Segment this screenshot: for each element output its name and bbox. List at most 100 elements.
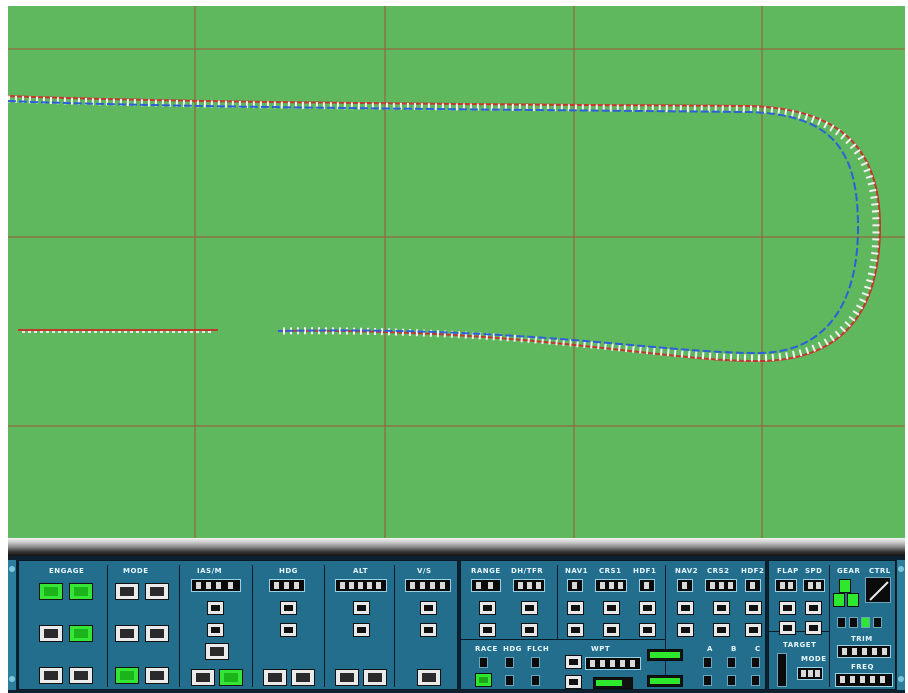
hdg-display <box>269 579 305 592</box>
race-button[interactable] <box>475 673 492 687</box>
ias-up-button[interactable] <box>207 601 224 615</box>
flch-button[interactable] <box>531 675 540 686</box>
nav1-down-button[interactable] <box>567 623 584 637</box>
nav1-display <box>567 579 583 592</box>
dh-down-button[interactable] <box>521 623 538 637</box>
engage-cws-button[interactable] <box>69 667 93 684</box>
crs2-down-button[interactable] <box>713 623 730 637</box>
alt-up-button[interactable] <box>353 601 370 615</box>
engage-fd-button[interactable] <box>39 625 63 642</box>
spd-down-button[interactable] <box>805 621 822 635</box>
range-down-button[interactable] <box>479 623 496 637</box>
crs1-label: CRS1 <box>599 567 622 575</box>
mode-lnav-button[interactable] <box>115 583 139 600</box>
crs1-down-button[interactable] <box>603 623 620 637</box>
nav2-down-button[interactable] <box>677 623 694 637</box>
ias-sel-button[interactable] <box>219 669 243 686</box>
c-button[interactable] <box>751 675 760 686</box>
a-button[interactable] <box>703 675 712 686</box>
hdf1-display <box>639 579 655 592</box>
c-indicator[interactable] <box>751 657 760 668</box>
target-label: TARGET <box>783 641 817 649</box>
ctrl-aux3[interactable] <box>861 617 870 628</box>
hdf2-up-button[interactable] <box>745 601 762 615</box>
planned-route-outer <box>8 95 882 363</box>
flch-indicator[interactable] <box>531 657 540 668</box>
a-indicator[interactable] <box>703 657 712 668</box>
flight-track-ties <box>8 95 880 362</box>
mode-app-button[interactable] <box>145 625 169 642</box>
dh-up-button[interactable] <box>521 601 538 615</box>
aircraft-config-group: FLAP SPD GEAR CTRL TARGET MODE TRIM FREQ <box>768 560 896 690</box>
engage-ap2-button[interactable] <box>69 583 93 600</box>
ctrl-aux4[interactable] <box>873 617 882 628</box>
crs2-up-button[interactable] <box>713 601 730 615</box>
engage-label: ENGAGE <box>49 567 85 575</box>
map-view[interactable] <box>8 6 905 538</box>
freq-display <box>835 673 893 687</box>
trim-display <box>837 645 891 658</box>
track-map <box>8 6 905 538</box>
grid-lines <box>8 6 905 538</box>
hdg2-button[interactable] <box>505 675 514 686</box>
gear-label: GEAR <box>837 567 861 575</box>
race-indicator[interactable] <box>479 657 488 668</box>
vs-up-button[interactable] <box>420 601 437 615</box>
flap-up-button[interactable] <box>779 601 796 615</box>
spd-up-button[interactable] <box>805 601 822 615</box>
vs-hold-button[interactable] <box>417 669 441 686</box>
hdg-label: HDG <box>279 567 298 575</box>
engage-at-button[interactable] <box>69 625 93 642</box>
mode-thr-button[interactable] <box>145 667 169 684</box>
hdg-hold-button[interactable] <box>263 669 287 686</box>
rivet-icon <box>898 676 904 682</box>
freq-label: FREQ <box>851 663 874 671</box>
b-button[interactable] <box>727 675 736 686</box>
nav2-up-button[interactable] <box>677 601 694 615</box>
mode-loc-button[interactable] <box>115 625 139 642</box>
wpt-display <box>585 657 641 670</box>
left-rail <box>8 560 16 690</box>
ias-down-button[interactable] <box>207 623 224 637</box>
alt-down-button[interactable] <box>353 623 370 637</box>
flap-down-button[interactable] <box>779 621 796 635</box>
hdg-up-button[interactable] <box>280 601 297 615</box>
engage-ap1-button[interactable] <box>39 583 63 600</box>
c-label: C <box>755 645 761 653</box>
engage-yd-button[interactable] <box>39 667 63 684</box>
mode-label: MODE <box>123 567 149 575</box>
alt-sel-button[interactable] <box>363 669 387 686</box>
ctrl-stick-display[interactable] <box>865 577 891 603</box>
a-label: A <box>707 645 713 653</box>
separator <box>394 565 395 687</box>
hdg-indicator[interactable] <box>505 657 514 668</box>
hdg-sel-button[interactable] <box>291 669 315 686</box>
alt-hold-button[interactable] <box>335 669 359 686</box>
ias-hold-button[interactable] <box>191 669 215 686</box>
rivet-icon <box>9 566 15 572</box>
gear-left-light <box>833 593 845 607</box>
b-indicator[interactable] <box>727 657 736 668</box>
ias-mach-button[interactable] <box>205 643 229 660</box>
range-up-button[interactable] <box>479 601 496 615</box>
crs1-up-button[interactable] <box>603 601 620 615</box>
separator <box>324 565 325 687</box>
mode-spd-button[interactable] <box>115 667 139 684</box>
alt-display <box>335 579 387 592</box>
rivet-icon <box>898 566 904 572</box>
target-mode-display <box>797 667 823 680</box>
target-slider[interactable] <box>777 653 787 687</box>
mode-vnav-button[interactable] <box>145 583 169 600</box>
ctrl-aux1[interactable] <box>837 617 846 628</box>
wpt-down-button[interactable] <box>565 675 582 689</box>
hdg-down-button[interactable] <box>280 623 297 637</box>
wpt-progress-bar <box>593 677 633 689</box>
wpt-up-button[interactable] <box>565 655 582 669</box>
hdf1-up-button[interactable] <box>639 601 656 615</box>
hdf2-down-button[interactable] <box>745 623 762 637</box>
ctrl-aux2[interactable] <box>849 617 858 628</box>
dh-tfr-label: DH/TFR <box>511 567 544 575</box>
hdf1-down-button[interactable] <box>639 623 656 637</box>
nav1-up-button[interactable] <box>567 601 584 615</box>
vs-down-button[interactable] <box>420 623 437 637</box>
